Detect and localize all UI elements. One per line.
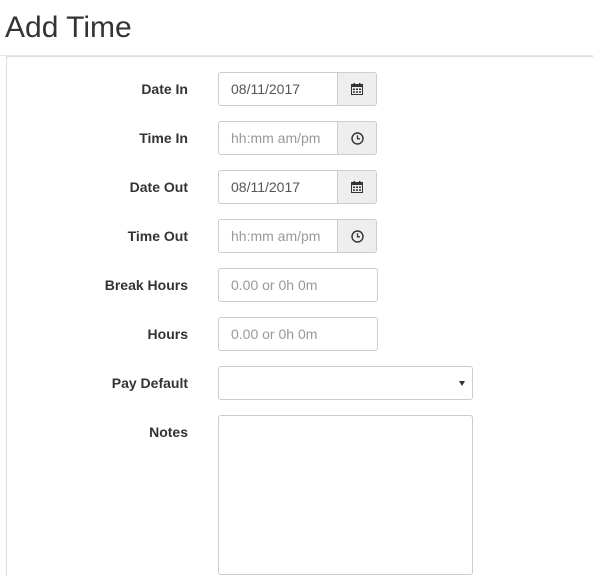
page-title: Add Time <box>5 11 132 44</box>
time-out-label: Time Out <box>127 228 188 244</box>
notes-row: Notes <box>7 415 593 575</box>
time-in-row: Time In <box>7 121 593 155</box>
date-out-input[interactable] <box>218 170 338 204</box>
pay-default-select[interactable] <box>218 366 473 400</box>
date-in-input[interactable] <box>218 72 338 106</box>
hours-input[interactable] <box>218 317 378 351</box>
pay-default-row: Pay Default <box>7 366 593 400</box>
clock-icon <box>350 229 364 243</box>
time-in-input[interactable] <box>218 121 338 155</box>
chevron-down-icon <box>459 381 465 386</box>
hours-row: Hours <box>7 317 593 351</box>
date-in-row: Date In <box>7 72 593 106</box>
break-hours-row: Break Hours <box>7 268 593 302</box>
time-in-clock-button[interactable] <box>337 121 377 155</box>
calendar-icon <box>351 83 363 95</box>
date-in-calendar-button[interactable] <box>337 72 377 106</box>
time-out-input[interactable] <box>218 219 338 253</box>
date-out-row: Date Out <box>7 170 593 204</box>
break-hours-label: Break Hours <box>104 277 188 293</box>
notes-textarea[interactable] <box>218 415 473 575</box>
calendar-icon <box>351 181 363 193</box>
add-time-form: Date In Time In <box>6 56 593 576</box>
hours-label: Hours <box>147 326 188 342</box>
time-out-row: Time Out <box>7 219 593 253</box>
time-out-clock-button[interactable] <box>337 219 377 253</box>
clock-icon <box>350 131 364 145</box>
break-hours-input[interactable] <box>218 268 378 302</box>
date-out-label: Date Out <box>129 179 188 195</box>
date-out-calendar-button[interactable] <box>337 170 377 204</box>
pay-default-label: Pay Default <box>111 375 188 391</box>
time-in-label: Time In <box>139 130 188 146</box>
date-in-label: Date In <box>141 81 188 97</box>
notes-label: Notes <box>149 424 188 440</box>
